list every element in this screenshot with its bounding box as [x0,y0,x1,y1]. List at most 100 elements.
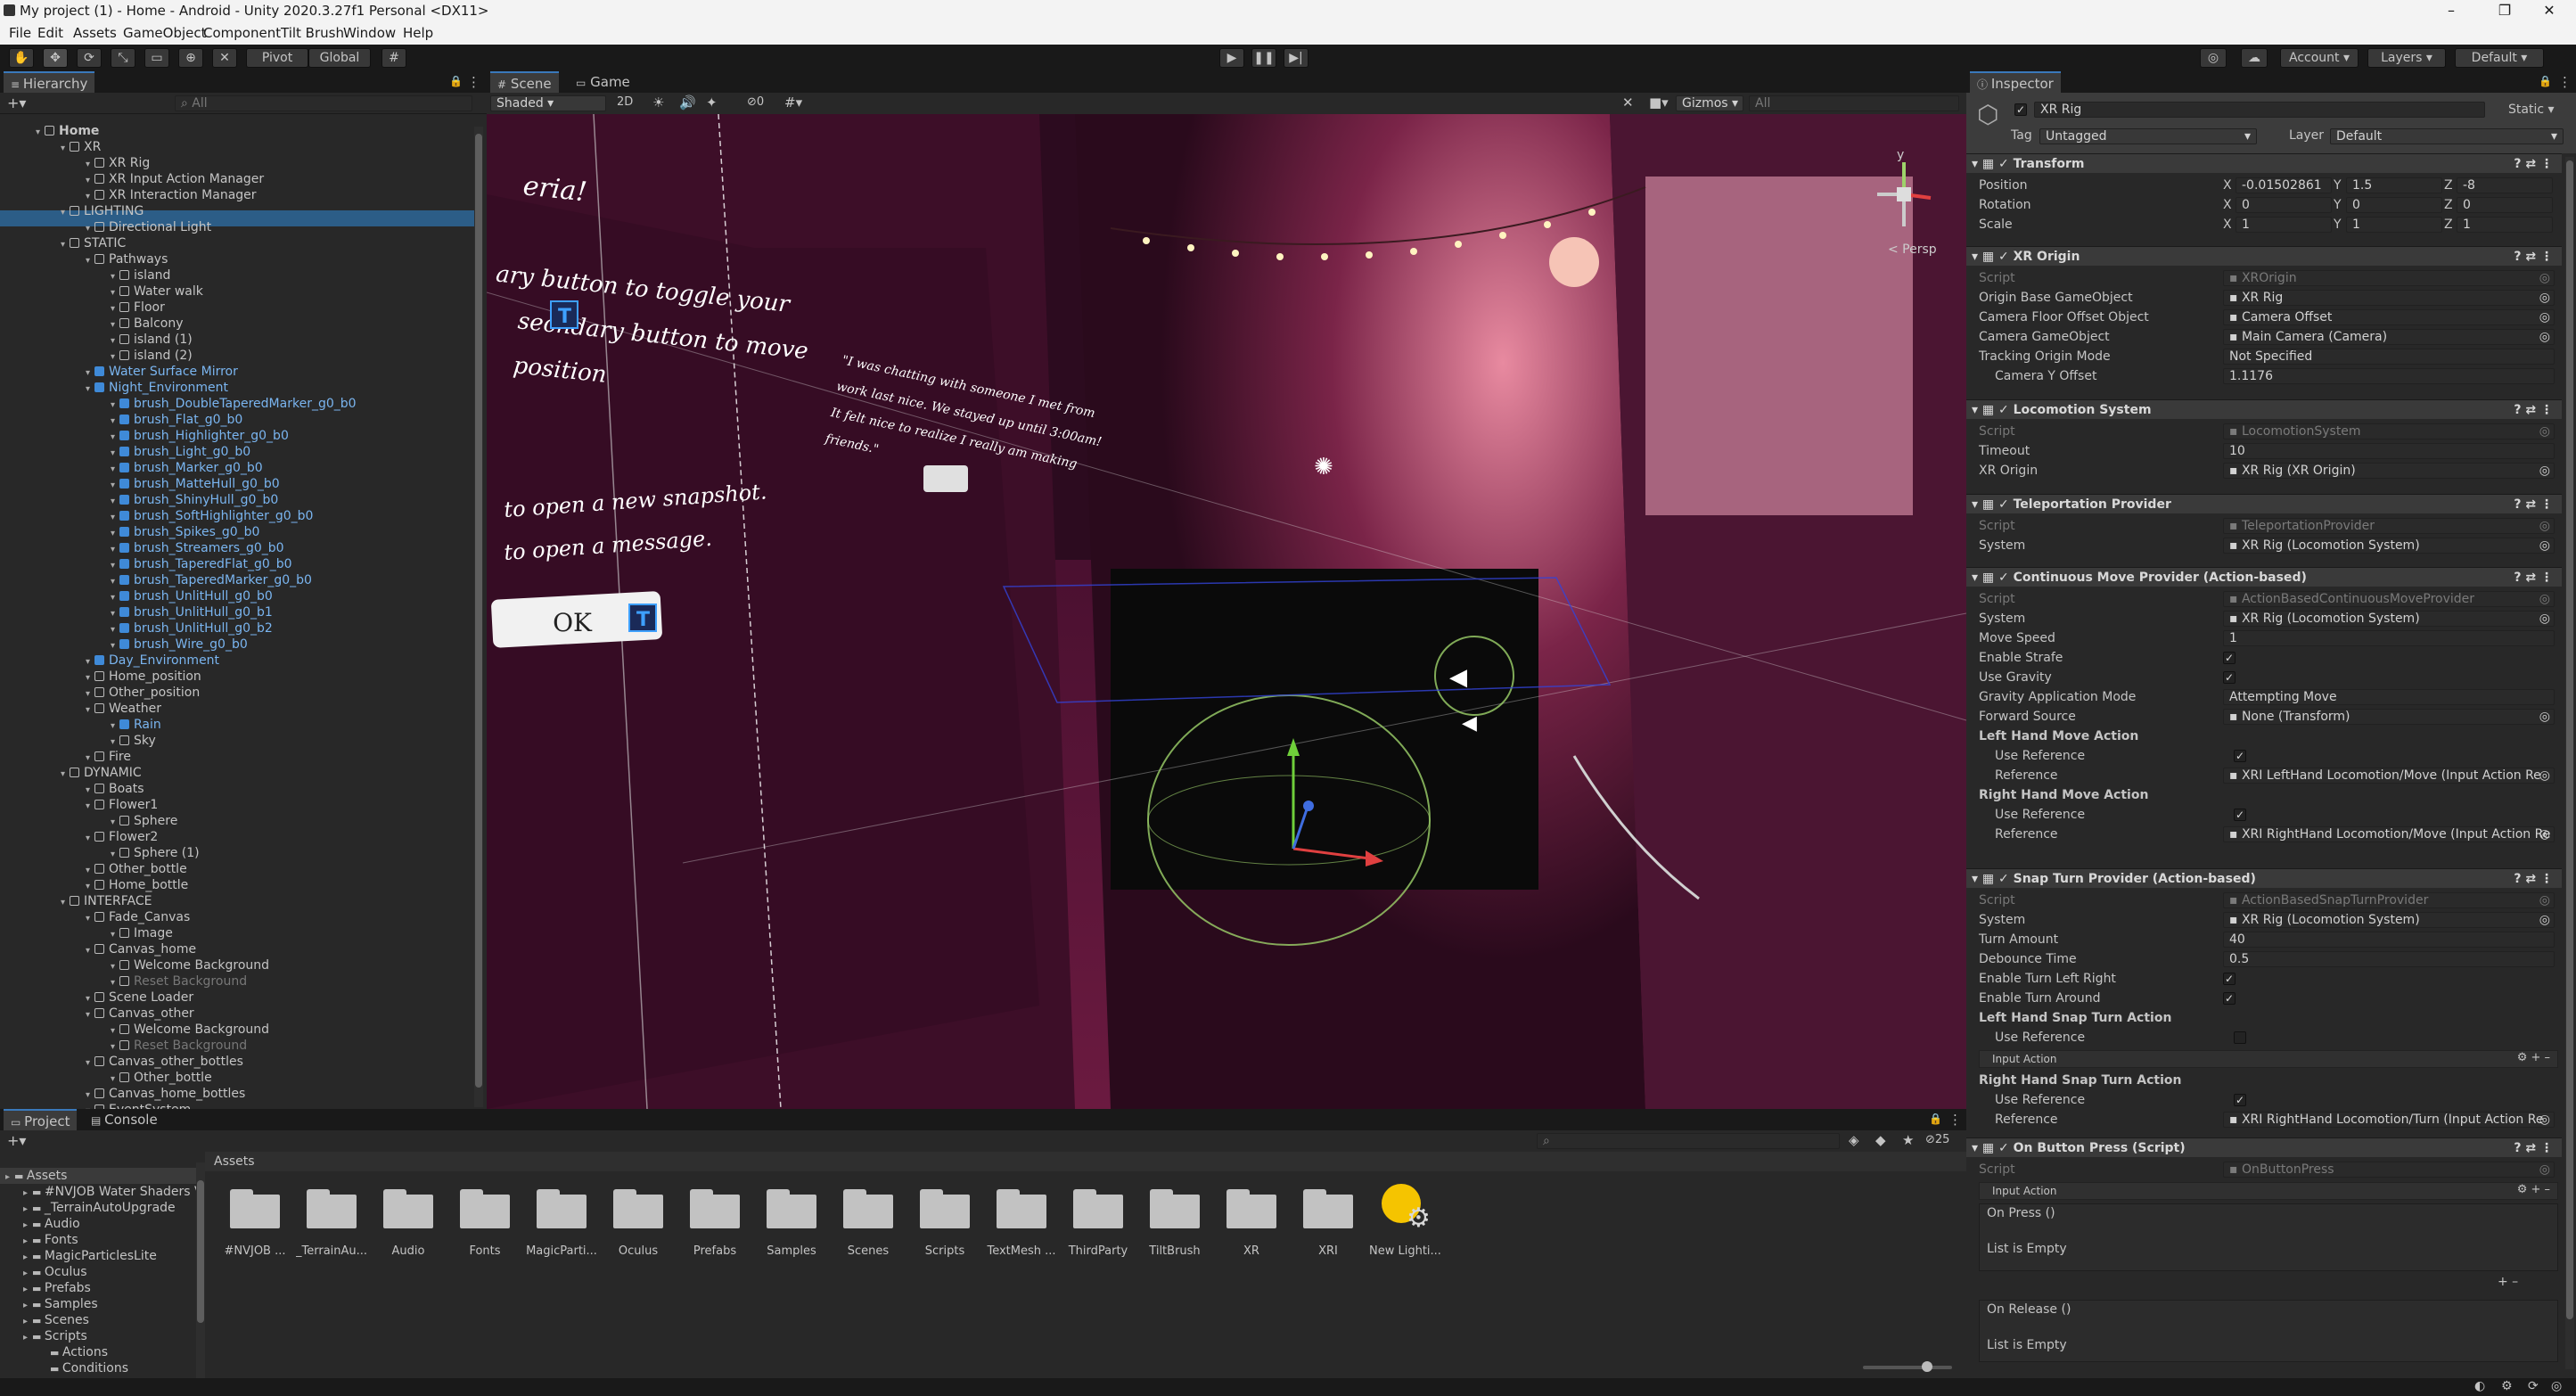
object-picker-icon[interactable]: ◎ [2539,330,2550,344]
snap-grid-icon[interactable]: # [381,48,406,68]
scale-tool-icon[interactable]: ⤡ [111,48,135,68]
move-tool-icon[interactable]: ✥ [43,48,68,68]
hierarchy-row[interactable]: ▾ brush_Wire_g0_b0 [111,636,248,653]
active-checkbox[interactable]: ✓ [2014,103,2027,116]
left-snap-use-reference-checkbox[interactable] [2234,1031,2246,1044]
hierarchy-row[interactable]: ▾ brush_TaperedMarker_g0_b0 [111,572,312,588]
hierarchy-row[interactable]: ▾ brush_Highlighter_g0_b0 [111,428,289,444]
folder-icon[interactable] [690,1189,740,1228]
hierarchy-row[interactable]: ▾ Welcome Background [111,957,269,973]
object-picker-icon[interactable]: ◎ [2539,424,2550,439]
light-icon[interactable]: ☀ [652,94,664,111]
hierarchy-row[interactable]: ▾ Sphere (1) [111,845,200,861]
hierarchy-row[interactable]: ▾ Reset Background [111,1038,247,1054]
left-use-reference-checkbox[interactable]: ✓ [2234,750,2246,762]
hidden-objects-toggle[interactable]: ⊘0 [747,95,764,109]
hierarchy-row[interactable]: ▾ brush_Spikes_g0_b0 [111,524,259,540]
expand-arrow-icon[interactable]: ▾ [61,895,70,911]
object-picker-icon[interactable]: ◎ [2539,1162,2550,1177]
button-input-action-settings-icon[interactable]: ⚙ + – [2517,1183,2550,1196]
hierarchy-row[interactable]: ▾ Boats [86,781,144,797]
expand-arrow-icon[interactable]: ▾ [86,1055,94,1072]
component-icon[interactable]: ▾ ▦ ✓ [1972,157,2014,171]
filter-type-icon[interactable]: ◈ [1849,1132,1859,1148]
menu-gameobject[interactable]: GameObject [123,21,207,45]
xr-origin-row-field[interactable]: 1.1176 [2223,368,2555,384]
menu-file[interactable]: File [9,21,31,45]
expand-arrow-icon[interactable]: ▾ [86,1007,94,1023]
folder-icon[interactable] [997,1189,1046,1228]
hierarchy-row[interactable]: ▾ Sphere [111,813,177,829]
hierarchy-row[interactable]: ▾ brush_DoubleTaperedMarker_g0_b0 [111,396,357,412]
tree-arrow-icon[interactable]: ▸ [23,1330,32,1346]
object-picker-icon[interactable]: ◎ [2539,538,2550,553]
hierarchy-row[interactable]: ▾ Home_bottle [86,877,188,893]
menu-window[interactable]: Window [343,21,396,45]
collab-icon[interactable]: ◎ [2200,48,2227,68]
teleport-system-field[interactable]: ▪ XR Rig (Locomotion System) ◎ [2223,538,2555,554]
lock-icon[interactable]: 🔒 [449,75,463,87]
snap-system-field[interactable]: ▪ XR Rig (Locomotion System) ◎ [2223,912,2555,928]
global-button[interactable]: Global [308,48,371,68]
hierarchy-row[interactable]: ▾ brush_Flat_g0_b0 [111,412,242,428]
expand-arrow-icon[interactable]: ▾ [61,767,70,783]
on-press-add-remove-icon[interactable]: + – [2498,1273,2518,1291]
hierarchy-row[interactable]: ▾ Directional Light [86,219,211,235]
snap-turn-provider-header[interactable]: ▾ ▦ ✓ Snap Turn Provider (Action-based)?… [1966,868,2562,888]
component-menu-icon[interactable]: ? ⇄ ⋮ [2514,1138,2553,1158]
hierarchy-row[interactable]: ▾ brush_Marker_g0_b0 [111,460,263,476]
pause-icon[interactable]: ❚❚ [1251,48,1276,68]
folder-icon[interactable] [230,1189,280,1228]
move-script-field[interactable]: ▪ ActionBasedContinuousMoveProvider ◎ [2223,591,2555,607]
layer-dropdown[interactable]: Default ▾ [2330,128,2564,144]
persp-label[interactable]: < Persp [1888,242,1937,257]
locomotion-script-field[interactable]: ▪ LocomotionSystem ◎ [2223,423,2555,439]
right-reference-field[interactable]: ▪ XRI RightHand Locomotion/Move (Input A… [2223,826,2555,842]
menu-tilt-brush[interactable]: Tilt Brush [281,21,344,45]
folder-icon[interactable] [460,1189,510,1228]
hierarchy-row[interactable]: ▾ Water walk [111,283,203,300]
favorite-icon[interactable]: ★ [1902,1132,1914,1148]
move-system-field[interactable]: ▪ XR Rig (Locomotion System) ◎ [2223,611,2555,627]
folder-icon[interactable] [1226,1189,1276,1228]
hierarchy-search-input[interactable]: ⌕ All [175,95,472,111]
component-menu-icon[interactable]: ? ⇄ ⋮ [2514,154,2553,174]
menu-component[interactable]: Component [203,21,281,45]
project-search-input[interactable]: ⌕ [1537,1133,1840,1149]
forward-source-field[interactable]: ▪ None (Transform) ◎ [2223,709,2555,725]
folder-icon[interactable] [537,1189,587,1228]
hierarchy-row[interactable]: ▾ Flower1 [86,797,158,813]
project-tree-item[interactable]: ▸ ▬ Assets [0,1168,201,1184]
component-icon[interactable]: ▾ ▦ ✓ [1972,872,2014,886]
locomotion-xrorigin-field[interactable]: ▪ XR Rig (XR Origin) ◎ [2223,463,2555,479]
folder-icon[interactable] [383,1189,433,1228]
expand-arrow-icon[interactable]: ▾ [36,125,45,141]
continuous-move-provider-header[interactable]: ▾ ▦ ✓ Continuous Move Provider (Action-b… [1966,567,2562,587]
minimize-icon[interactable]: – [2424,0,2478,21]
folder-icon[interactable] [613,1189,663,1228]
folder-icon[interactable] [1150,1189,1200,1228]
project-tree-item[interactable]: ▸ ▬ Prefabs [23,1280,91,1296]
enable-turn-around-checkbox[interactable]: ✓ [2223,992,2236,1005]
tree-arrow-icon[interactable]: ▸ [5,1170,14,1186]
snap-script-field[interactable]: ▪ ActionBasedSnapTurnProvider ◎ [2223,892,2555,908]
effects-icon[interactable]: ✦ [706,94,718,111]
hierarchy-row[interactable]: ▾ Canvas_other [86,1006,194,1022]
hierarchy-row[interactable]: ▾ Flower2 [86,829,158,845]
hidden-packages-count[interactable]: ⊘25 [1925,1133,1949,1146]
transform-header[interactable]: ▾ ▦ ✓ Transform ? ⇄ ⋮ [1966,153,2562,173]
audio-icon[interactable]: 🔊 [679,94,696,111]
transform-scale-y-field[interactable]: 1 [2346,217,2442,233]
shading-dropdown[interactable]: Shaded ▾ [490,95,606,111]
expand-arrow-icon[interactable]: ▾ [61,205,70,221]
tab-game[interactable]: ▭ Game [569,71,637,93]
left-reference-field[interactable]: ▪ XRI LeftHand Locomotion/Move (Input Ac… [2223,768,2555,784]
hierarchy-row[interactable]: ▾ Image [111,925,173,941]
hierarchy-row[interactable]: ▾ brush_UnlitHull_g0_b1 [111,604,273,620]
scene-search-input[interactable]: All [1749,95,1959,111]
object-picker-icon[interactable]: ◎ [2539,519,2550,533]
hierarchy-row[interactable]: ▾ island (1) [111,332,193,348]
hierarchy-row[interactable]: ▾ island (2) [111,348,193,364]
hierarchy-row[interactable]: ▾ brush_UnlitHull_g0_b0 [111,588,273,604]
right-use-reference-checkbox[interactable]: ✓ [2234,809,2246,821]
